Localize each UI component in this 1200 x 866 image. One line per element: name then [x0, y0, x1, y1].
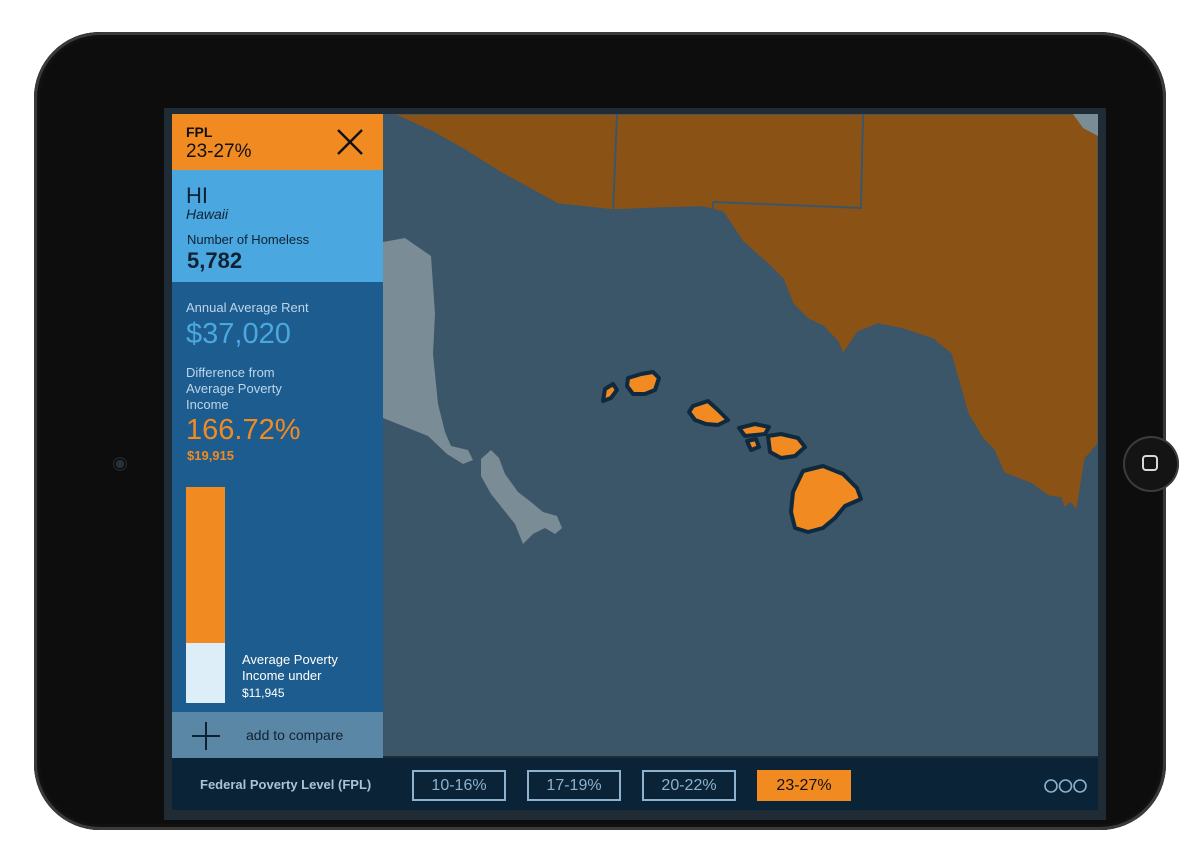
tablet-frame: FPL 23-27% HI Hawaii Number of Homeless … [34, 32, 1179, 830]
fpl-option-20-22[interactable]: 20-22% [642, 770, 736, 801]
fpl-filter-bar: Federal Poverty Level (FPL) 10-16% 17-19… [172, 758, 1098, 810]
plus-icon [192, 722, 220, 750]
poverty-income-bar [186, 643, 225, 703]
fpl-header: FPL 23-27% [172, 114, 383, 170]
fpl-option-10-16[interactable]: 10-16% [412, 770, 506, 801]
fpl-range: 23-27% [186, 141, 252, 162]
rent-value: $37,020 [186, 318, 291, 350]
home-button-icon [1142, 455, 1158, 471]
island-molokai[interactable] [737, 422, 771, 438]
home-button[interactable] [1123, 436, 1179, 492]
island-maui[interactable] [766, 432, 807, 460]
app-screen: FPL 23-27% HI Hawaii Number of Homeless … [164, 108, 1106, 820]
state-detail-panel: FPL 23-27% HI Hawaii Number of Homeless … [172, 114, 383, 758]
island-kauai[interactable] [625, 370, 661, 396]
fpl-option-23-27[interactable]: 23-27% [757, 770, 851, 801]
homeless-label: Number of Homeless [187, 232, 310, 247]
island-lanai[interactable] [745, 437, 761, 452]
poverty-income-label: Average Poverty Income under [242, 652, 338, 683]
fpl-title: FPL [186, 124, 213, 140]
more-options-icon[interactable] [1043, 778, 1088, 794]
fpl-filter-label: Federal Poverty Level (FPL) [200, 777, 372, 792]
state-summary: HI Hawaii Number of Homeless 5,782 [172, 170, 383, 282]
difference-amount: $19,915 [187, 448, 234, 463]
compare-label: add to compare [246, 727, 344, 743]
difference-value: 166.72% [186, 414, 301, 446]
add-to-compare-button[interactable]: add to compare [172, 712, 383, 758]
rent-label: Annual Average Rent [186, 300, 309, 315]
homeless-value: 5,782 [187, 248, 243, 273]
camera-icon [114, 458, 126, 470]
fpl-option-17-19[interactable]: 17-19% [527, 770, 621, 801]
rent-comparison-bar [186, 487, 225, 643]
state-name: Hawaii [186, 206, 229, 222]
poverty-income-value: $11,945 [242, 686, 285, 700]
close-icon[interactable] [334, 126, 366, 158]
map-view[interactable] [383, 114, 1098, 756]
difference-label: Difference from Average Poverty Income [186, 365, 282, 412]
